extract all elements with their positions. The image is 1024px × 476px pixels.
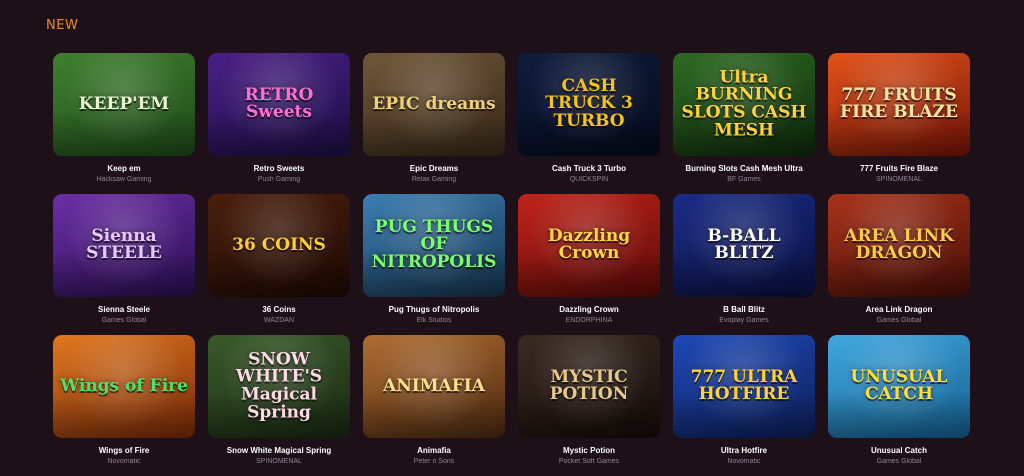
- game-logo: Sienna STEELE: [86, 225, 162, 264]
- game-provider: Games Global: [876, 458, 922, 465]
- game-provider: Push Gaming: [257, 176, 301, 183]
- game-card[interactable]: B-BALL BLITZ B Ball Blitz Evoplay Games: [673, 194, 815, 335]
- game-thumbnail[interactable]: 777 ULTRA HOTFIRE: [673, 335, 815, 438]
- game-card[interactable]: Wings of Fire Wings of Fire Novomatic: [53, 335, 195, 476]
- game-provider: Elk Studios: [416, 317, 452, 324]
- game-title[interactable]: Cash Truck 3 Turbo: [518, 164, 660, 173]
- game-provider: Hacksaw Gaming: [96, 176, 152, 183]
- game-card[interactable]: ANIMAFIA Animafia Peter n Sons: [363, 335, 505, 476]
- game-title[interactable]: Unusual Catch: [828, 446, 970, 455]
- game-card[interactable]: 777 ULTRA HOTFIRE Ultra Hotfire Novomatic: [673, 335, 815, 476]
- game-thumbnail[interactable]: B-BALL BLITZ: [673, 194, 815, 297]
- game-title[interactable]: Mystic Potion: [518, 446, 660, 455]
- game-title[interactable]: Retro Sweets: [208, 164, 350, 173]
- game-provider: Novomatic: [727, 458, 761, 465]
- game-logo: B-BALL BLITZ: [707, 225, 781, 264]
- game-provider: Games Global: [101, 317, 147, 324]
- game-thumbnail[interactable]: Dazzling Crown: [518, 194, 660, 297]
- game-logo: KEEP'EM: [78, 93, 170, 114]
- game-thumbnail[interactable]: 36 COINS: [208, 194, 350, 297]
- game-logo: 777 ULTRA HOTFIRE: [690, 366, 798, 405]
- game-thumbnail[interactable]: 777 FRUITS FIRE BLAZE: [828, 53, 970, 156]
- game-thumbnail[interactable]: Sienna STEELE: [53, 194, 195, 297]
- game-logo: Dazzling Crown: [547, 225, 631, 264]
- game-card[interactable]: UNUSUAL CATCH Unusual Catch Games Global: [828, 335, 970, 476]
- game-logo: PUG THUGS OF NITROPOLIS: [371, 216, 497, 273]
- game-title[interactable]: Burning Slots Cash Mesh Ultra: [673, 164, 815, 173]
- game-logo: ANIMAFIA: [383, 375, 485, 396]
- game-logo: AREA LINK DRAGON: [844, 225, 954, 264]
- game-logo: Ultra BURNING SLOTS CASH MESH: [681, 66, 807, 141]
- game-provider: Relax Gaming: [411, 176, 457, 183]
- game-title[interactable]: B Ball Blitz: [673, 305, 815, 314]
- game-title[interactable]: Epic Dreams: [363, 164, 505, 173]
- game-logo: MYSTIC POTION: [549, 366, 629, 405]
- game-provider: WAZDAN: [263, 317, 295, 324]
- game-logo: RETRO Sweets: [244, 84, 314, 123]
- game-thumbnail[interactable]: KEEP'EM: [53, 53, 195, 156]
- game-title[interactable]: Ultra Hotfire: [673, 446, 815, 455]
- game-card[interactable]: MYSTIC POTION Mystic Potion Pocket Soft Ga…: [518, 335, 660, 476]
- game-provider: SPINOMENAL: [256, 458, 302, 465]
- game-provider: Games Global: [876, 317, 922, 324]
- game-provider: Pocket Soft Games: [558, 458, 620, 465]
- game-thumbnail[interactable]: SNOW WHITE'S Magical Spring: [208, 335, 350, 438]
- game-title[interactable]: Dazzling Crown: [518, 305, 660, 314]
- game-title[interactable]: 777 Fruits Fire Blaze: [828, 164, 970, 173]
- game-logo: CASH TRUCK 3 TURBO: [545, 75, 633, 132]
- game-thumbnail[interactable]: ANIMAFIA: [363, 335, 505, 438]
- game-title[interactable]: Snow White Magical Spring: [208, 446, 350, 455]
- game-card[interactable]: Sienna STEELE Sienna Steele Games Global: [53, 194, 195, 335]
- game-thumbnail[interactable]: UNUSUAL CATCH: [828, 335, 970, 438]
- game-thumbnail[interactable]: MYSTIC POTION: [518, 335, 660, 438]
- game-logo: Wings of Fire: [60, 375, 188, 396]
- game-card[interactable]: 36 COINS 36 Coins WAZDAN: [208, 194, 350, 335]
- game-thumbnail[interactable]: Wings of Fire: [53, 335, 195, 438]
- game-title[interactable]: Pug Thugs of Nitropolis: [363, 305, 505, 314]
- game-logo: 36 COINS: [232, 234, 326, 255]
- game-logo: 777 FRUITS FIRE BLAZE: [840, 84, 958, 123]
- game-thumbnail[interactable]: EPIC dreams: [363, 53, 505, 156]
- game-card[interactable]: KEEP'EM Keep em Hacksaw Gaming: [53, 53, 195, 194]
- game-logo: SNOW WHITE'S Magical Spring: [235, 348, 323, 423]
- game-title[interactable]: Animafia: [363, 446, 505, 455]
- game-title[interactable]: 36 Coins: [208, 305, 350, 314]
- game-card[interactable]: SNOW WHITE'S Magical Spring Snow White Ma…: [208, 335, 350, 476]
- game-title[interactable]: Keep em: [53, 164, 195, 173]
- game-card[interactable]: 777 FRUITS FIRE BLAZE 777 Fruits Fire Bla…: [828, 53, 970, 194]
- game-provider: QUICKSPIN: [569, 176, 609, 183]
- game-card[interactable]: PUG THUGS OF NITROPOLIS Pug Thugs of Nitr…: [363, 194, 505, 335]
- game-card[interactable]: EPIC dreams Epic Dreams Relax Gaming: [363, 53, 505, 194]
- game-provider: BF Games: [727, 176, 761, 183]
- games-grid: KEEP'EM Keep em Hacksaw Gaming RETRO Sweet…: [53, 53, 970, 476]
- game-card[interactable]: RETRO Sweets Retro Sweets Push Gaming: [208, 53, 350, 194]
- game-thumbnail[interactable]: CASH TRUCK 3 TURBO: [518, 53, 660, 156]
- game-thumbnail[interactable]: RETRO Sweets: [208, 53, 350, 156]
- game-thumbnail[interactable]: AREA LINK DRAGON: [828, 194, 970, 297]
- game-logo: UNUSUAL CATCH: [850, 366, 948, 405]
- game-thumbnail[interactable]: PUG THUGS OF NITROPOLIS: [363, 194, 505, 297]
- game-card[interactable]: Ultra BURNING SLOTS CASH MESH Burning Slo…: [673, 53, 815, 194]
- game-provider: ENDORPHINA: [565, 317, 613, 324]
- game-provider: Evoplay Games: [719, 317, 769, 324]
- game-card[interactable]: Dazzling Crown Dazzling Crown ENDORPHINA: [518, 194, 660, 335]
- game-title[interactable]: Sienna Steele: [53, 305, 195, 314]
- game-provider: Novomatic: [107, 458, 141, 465]
- section-title: NEW: [46, 18, 79, 33]
- game-card[interactable]: AREA LINK DRAGON Area Link Dragon Games Gl…: [828, 194, 970, 335]
- game-provider: Peter n Sons: [413, 458, 455, 465]
- game-title[interactable]: Wings of Fire: [53, 446, 195, 455]
- game-title[interactable]: Area Link Dragon: [828, 305, 970, 314]
- game-card[interactable]: CASH TRUCK 3 TURBO Cash Truck 3 Turbo QUIC…: [518, 53, 660, 194]
- game-thumbnail[interactable]: Ultra BURNING SLOTS CASH MESH: [673, 53, 815, 156]
- game-logo: EPIC dreams: [372, 93, 496, 114]
- game-provider: SPINOMENAL: [876, 176, 922, 183]
